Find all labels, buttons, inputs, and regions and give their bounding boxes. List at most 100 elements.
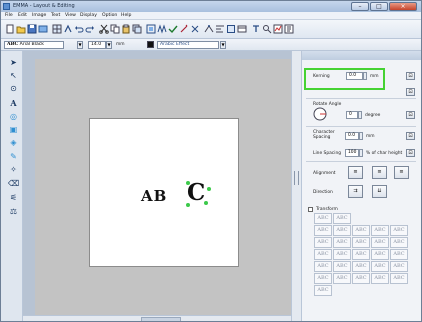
align-left-button[interactable]: ≡ [348, 166, 363, 179]
effect-cell[interactable]: ABC [371, 273, 389, 284]
menu-help[interactable]: Help [121, 13, 131, 18]
menu-edit[interactable]: Edit [18, 13, 27, 18]
direction-vertical-button[interactable]: ⇊ [372, 185, 387, 198]
kerning-reset-button[interactable]: ⊡ [406, 88, 415, 96]
line-tool-icon[interactable]: ◈ [7, 137, 20, 149]
design-grid-icon[interactable] [52, 24, 62, 34]
horizontal-scroll-thumb[interactable] [141, 317, 181, 321]
size-dropdown-arrow[interactable]: ▼ [106, 41, 112, 49]
effect-cell[interactable]: ABC [314, 249, 332, 260]
paste-icon[interactable] [121, 24, 131, 34]
shape-circle-icon[interactable]: ◎ [7, 111, 20, 123]
menu-text[interactable]: Text [51, 13, 60, 18]
rotate-dial-icon[interactable] [312, 107, 328, 121]
properties-icon[interactable] [284, 24, 294, 34]
menu-option[interactable]: Option [102, 13, 117, 18]
text-tool-icon[interactable] [251, 24, 261, 34]
text-layout-icon[interactable] [63, 24, 73, 34]
import-icon[interactable] [38, 24, 48, 34]
transform-checkbox[interactable] [308, 207, 313, 212]
effect-cell[interactable]: ABC [371, 261, 389, 272]
magic-icon[interactable] [179, 24, 189, 34]
selection-handle-top-left[interactable] [186, 181, 190, 185]
menu-file[interactable]: File [5, 13, 13, 18]
group-icon[interactable] [146, 24, 156, 34]
effect-cell[interactable]: ABC [333, 225, 351, 236]
splitter-grip[interactable] [294, 171, 299, 185]
effect-cell[interactable]: ABC [352, 237, 370, 248]
effect-select[interactable]: Arabic Effect [157, 41, 219, 49]
menu-view[interactable]: View [65, 13, 76, 18]
effect-cell[interactable]: ABC [333, 261, 351, 272]
character-spacing-apply-button[interactable]: ⊡ [406, 132, 415, 140]
thread-color-swatch[interactable] [147, 41, 154, 48]
shape-rect-icon[interactable]: ▣ [7, 124, 20, 136]
effect-cell[interactable]: ABC [352, 225, 370, 236]
stitch-tool-icon[interactable]: ⚟ [7, 192, 20, 204]
character-spacing-input[interactable]: 0.0 [345, 132, 359, 140]
effect-dropdown-arrow[interactable]: ▼ [220, 41, 226, 49]
copy-icon[interactable] [110, 24, 120, 34]
effect-cell[interactable]: ABC [352, 273, 370, 284]
zoom-icon[interactable] [262, 24, 272, 34]
redo-icon[interactable] [85, 24, 95, 34]
effect-cell[interactable]: ABC [314, 261, 332, 272]
effect-cell[interactable]: ABC [352, 249, 370, 260]
effect-cell[interactable]: ABC [314, 237, 332, 248]
effect-cell[interactable]: ABC [314, 213, 332, 224]
selection-handle-top-right[interactable] [207, 187, 211, 191]
save-icon[interactable] [27, 24, 37, 34]
view-icon[interactable] [237, 24, 247, 34]
point-edit-icon[interactable]: ↖ [7, 70, 20, 82]
kerning-apply-button[interactable]: ⊡ [406, 72, 415, 80]
maximize-button[interactable]: □ [370, 2, 388, 11]
effect-cell[interactable]: ABC [314, 273, 332, 284]
close-button[interactable]: × [389, 2, 417, 11]
selection-handle-bottom-left[interactable] [186, 203, 190, 207]
cut-icon[interactable] [99, 24, 109, 34]
open-folder-icon[interactable] [16, 24, 26, 34]
effect-cell[interactable]: ABC [333, 213, 351, 224]
curve-tool-icon[interactable]: ✧ [7, 164, 20, 176]
flip-icon[interactable] [190, 24, 200, 34]
stitch-icon[interactable] [157, 24, 167, 34]
effect-cell[interactable]: ABC [390, 237, 408, 248]
size-input[interactable]: 14.0 [88, 41, 106, 49]
canvas-text-ab[interactable]: AB [141, 187, 167, 205]
effect-cell[interactable]: ABC [390, 261, 408, 272]
line-spacing-apply-button[interactable]: ⊡ [406, 149, 415, 157]
panel-splitter[interactable] [291, 51, 301, 321]
line-spacing-spinner[interactable] [359, 149, 363, 157]
rotate-angle-input[interactable]: 0 [346, 111, 358, 119]
effect-cell[interactable]: ABC [333, 249, 351, 260]
shape-icon[interactable] [226, 24, 236, 34]
character-spacing-spinner[interactable] [359, 132, 363, 140]
undo-icon[interactable] [74, 24, 84, 34]
select-arrow-icon[interactable]: ➤ [7, 57, 20, 69]
effect-cell[interactable]: ABC [333, 237, 351, 248]
effect-cell[interactable]: ABC [371, 225, 389, 236]
effect-cell[interactable]: ABC [371, 237, 389, 248]
effect-cell[interactable]: ABC [390, 249, 408, 260]
check-icon[interactable] [168, 24, 178, 34]
new-file-icon[interactable] [5, 24, 15, 34]
measure-tool-icon[interactable]: ⚖ [7, 206, 20, 218]
effect-cell[interactable]: ABC [314, 225, 332, 236]
zoom-tool-icon[interactable]: ⊙ [7, 83, 20, 95]
effect-cell[interactable]: ABC [333, 273, 351, 284]
selection-handle-bottom-right[interactable] [204, 201, 208, 205]
font-dropdown-arrow[interactable]: ▼ [77, 41, 83, 49]
effect-cell[interactable]: ABC [314, 285, 332, 296]
text-input-icon[interactable]: A [7, 97, 20, 109]
pen-tool-icon[interactable]: ✎ [7, 151, 20, 163]
nodes-icon[interactable] [204, 24, 214, 34]
eraser-tool-icon[interactable]: ⌫ [7, 178, 20, 190]
effect-cell[interactable]: ABC [371, 249, 389, 260]
stitch-simulator-icon[interactable] [273, 24, 283, 34]
effect-cell[interactable]: ABC [390, 225, 408, 236]
menu-image[interactable]: Image [32, 13, 46, 18]
align-right-button[interactable]: ≡ [394, 166, 409, 179]
effect-cell[interactable]: ABC [352, 261, 370, 272]
rotate-angle-spinner[interactable] [358, 111, 362, 119]
minimize-button[interactable]: – [351, 2, 369, 11]
